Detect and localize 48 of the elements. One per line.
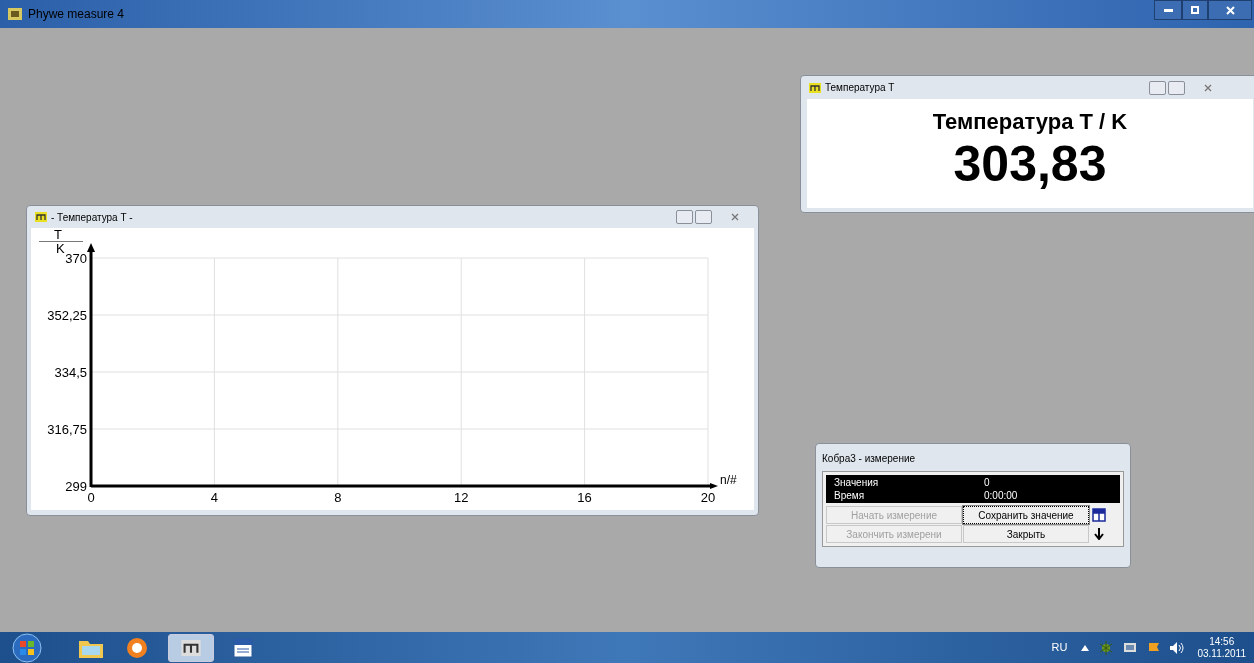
x-tick-label: 12 [453, 490, 469, 505]
x-tick-label: 16 [577, 490, 592, 505]
table-icon[interactable] [1090, 506, 1108, 524]
maximize-button[interactable] [1168, 80, 1186, 95]
window-title: Phywe measure 4 [28, 6, 125, 23]
action-button[interactable]: Сохранить значение [963, 506, 1089, 524]
y-tick-label: 299 [65, 479, 87, 494]
y-tick-label: 316,75 [47, 422, 87, 437]
window-title: Кобра3 - измерение [822, 452, 917, 466]
y-tick-label: 334,5 [54, 365, 87, 380]
restore-button[interactable] [1182, 0, 1208, 20]
network-icon[interactable] [1123, 640, 1138, 655]
x-axis-label: n/# [720, 473, 737, 487]
readout-label: Значения [834, 476, 880, 489]
clock-time[interactable]: 14:56 [1209, 635, 1235, 648]
clock-date[interactable]: 03.11.2011 [1197, 647, 1246, 660]
close-icon [731, 213, 739, 221]
app-icon [35, 212, 47, 222]
axis-quantity: T [54, 228, 62, 241]
x-tick-label: 4 [210, 490, 218, 505]
window-title: - Температура T - [51, 210, 133, 225]
readout-value: 0 [984, 476, 991, 489]
axis-unit: K [56, 242, 65, 255]
language-indicator[interactable]: RU [1051, 639, 1068, 656]
close-button[interactable] [1208, 0, 1252, 20]
speaker-icon[interactable] [1169, 640, 1186, 655]
readout-value: 0:00:00 [984, 489, 1019, 502]
close-icon [1204, 83, 1213, 92]
temperature-value: 303,83 [953, 138, 1107, 190]
maximize-button[interactable] [695, 210, 712, 224]
x-tick-label: 8 [334, 490, 342, 505]
media-player-icon[interactable] [126, 636, 148, 659]
document-icon[interactable] [232, 636, 254, 659]
x-tick-label: 0 [87, 490, 95, 505]
y-tick-label: 370 [65, 251, 87, 266]
minimize-button[interactable] [1154, 0, 1182, 20]
app-icon[interactable] [181, 639, 201, 656]
action-button[interactable]: Закрыть [963, 525, 1089, 543]
x-tick-label: 20 [700, 490, 716, 505]
up-arrow-icon[interactable] [1081, 644, 1090, 651]
app-icon [8, 8, 22, 20]
window-title: Температура T [825, 81, 895, 95]
readout-label: Время [834, 489, 866, 502]
y-tick-label: 352,25 [47, 308, 87, 323]
close-icon [1225, 5, 1235, 15]
display-heading: Температура T / K [932, 108, 1128, 136]
start-button[interactable] [10, 632, 44, 663]
app-icon [809, 82, 821, 93]
